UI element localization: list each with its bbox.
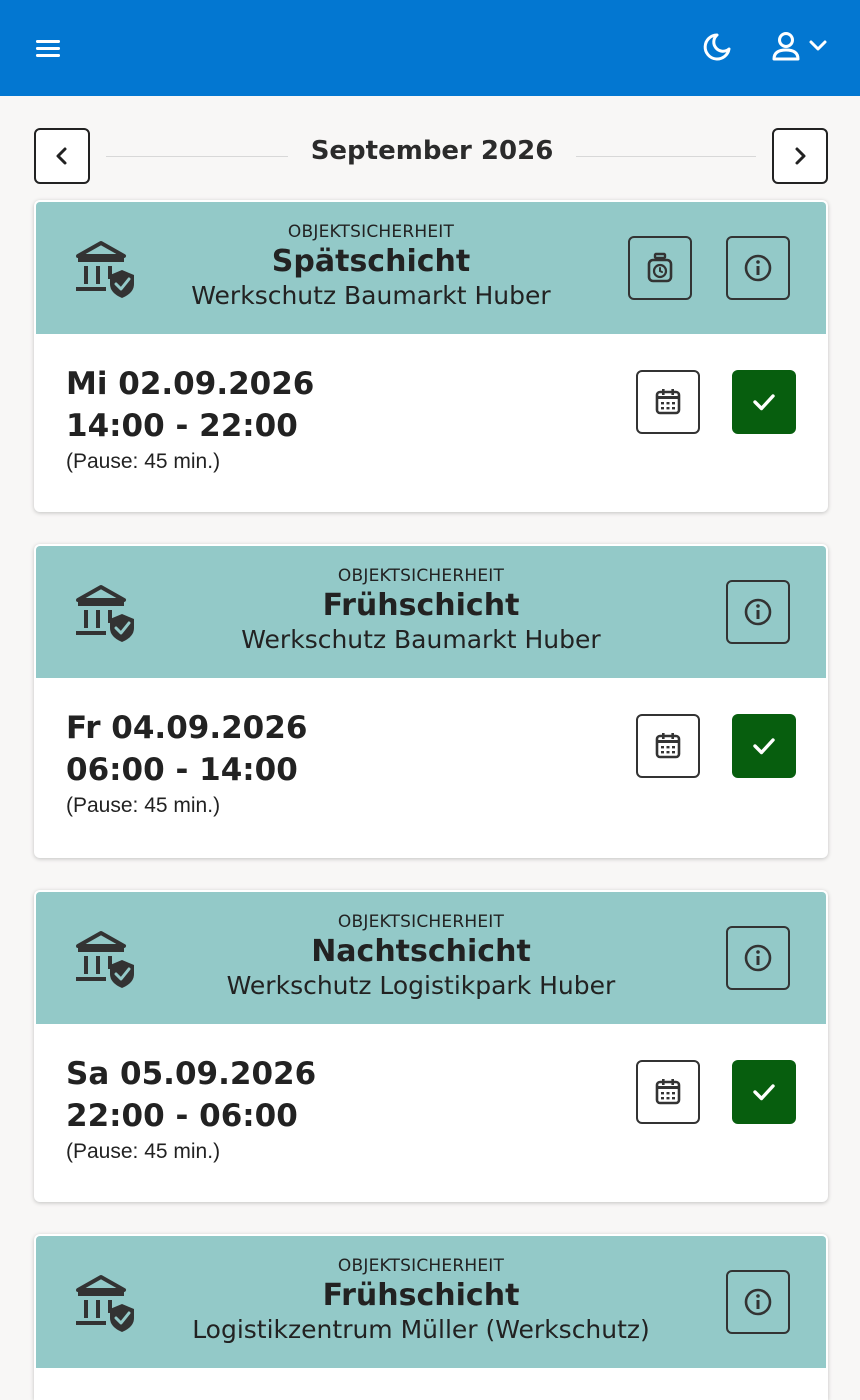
shift-location: Logistikzentrum Müller (Werkschutz) bbox=[192, 1315, 650, 1344]
building-shield-icon bbox=[76, 585, 134, 642]
add-to-calendar-button[interactable] bbox=[636, 714, 700, 778]
check-icon bbox=[753, 394, 775, 411]
user-menu-button[interactable] bbox=[770, 24, 834, 68]
shift-card: OBJEKTSICHERHEIT Spätschicht Werkschutz … bbox=[34, 200, 828, 512]
shift-card: OBJEKTSICHERHEIT Frühschicht Werkschutz … bbox=[34, 544, 828, 858]
shift-card-header: OBJEKTSICHERHEIT Frühschicht Logistikzen… bbox=[36, 1236, 826, 1368]
divider bbox=[576, 156, 756, 157]
chevron-down-icon bbox=[809, 40, 827, 51]
top-app-bar bbox=[0, 0, 860, 96]
info-button[interactable] bbox=[726, 236, 790, 300]
next-month-button[interactable] bbox=[772, 128, 828, 184]
info-button[interactable] bbox=[726, 1270, 790, 1334]
info-button[interactable] bbox=[726, 926, 790, 990]
shift-card-body: Fr 04.09.2026 06:00 - 14:00 (Pause: 45 m… bbox=[34, 680, 828, 854]
moon-icon[interactable] bbox=[698, 28, 736, 66]
stopwatch-icon bbox=[647, 252, 673, 283]
confirm-shift-button[interactable] bbox=[732, 370, 796, 434]
shift-location: Werkschutz Baumarkt Huber bbox=[191, 281, 551, 310]
shift-category: OBJEKTSICHERHEIT bbox=[337, 1256, 505, 1276]
building-shield-icon bbox=[76, 931, 134, 988]
user-icon bbox=[772, 32, 800, 61]
shift-category: OBJEKTSICHERHEIT bbox=[337, 566, 505, 586]
shift-date: Sa 05.09.2026 bbox=[66, 1056, 317, 1092]
info-icon bbox=[744, 1288, 772, 1316]
building-shield-icon bbox=[76, 241, 134, 298]
shift-name: Nachtschicht bbox=[311, 934, 531, 969]
shift-category: OBJEKTSICHERHEIT bbox=[287, 222, 455, 242]
shift-location: Werkschutz Baumarkt Huber bbox=[241, 625, 601, 654]
shift-time: 22:00 - 06:00 bbox=[66, 1098, 298, 1134]
add-to-calendar-button[interactable] bbox=[636, 1060, 700, 1124]
chevron-left-icon bbox=[56, 147, 67, 165]
shift-card-body: Sa 05.09.2026 22:00 - 06:00 (Pause: 45 m… bbox=[34, 1026, 828, 1200]
divider bbox=[106, 156, 288, 157]
shift-card-body: Mi 02.09.2026 14:00 - 22:00 (Pause: 45 m… bbox=[34, 336, 828, 510]
shift-location: Werkschutz Logistikpark Huber bbox=[226, 971, 616, 1000]
shift-info: OBJEKTSICHERHEIT Frühschicht Logistikzen… bbox=[146, 1256, 696, 1344]
info-icon bbox=[744, 598, 772, 626]
shift-pause: (Pause: 45 min.) bbox=[66, 1140, 221, 1163]
calendar-icon bbox=[655, 733, 681, 759]
shift-card-header: OBJEKTSICHERHEIT Frühschicht Werkschutz … bbox=[36, 546, 826, 678]
shift-date: Mi 02.09.2026 bbox=[66, 366, 315, 402]
shift-info: OBJEKTSICHERHEIT Spätschicht Werkschutz … bbox=[146, 222, 596, 310]
shift-info: OBJEKTSICHERHEIT Frühschicht Werkschutz … bbox=[146, 566, 696, 654]
shift-name: Spätschicht bbox=[271, 244, 471, 279]
shift-card: OBJEKTSICHERHEIT Frühschicht Logistikzen… bbox=[34, 1234, 828, 1400]
hamburger-icon[interactable] bbox=[30, 30, 66, 66]
confirm-shift-button[interactable] bbox=[732, 1060, 796, 1124]
shift-card-header: OBJEKTSICHERHEIT Spätschicht Werkschutz … bbox=[36, 202, 826, 334]
info-icon bbox=[744, 944, 772, 972]
shift-card: OBJEKTSICHERHEIT Nachtschicht Werkschutz… bbox=[34, 890, 828, 1202]
shift-info: OBJEKTSICHERHEIT Nachtschicht Werkschutz… bbox=[146, 912, 696, 1000]
info-icon bbox=[744, 254, 772, 282]
shift-time: 06:00 - 14:00 bbox=[66, 752, 298, 788]
shift-name: Frühschicht bbox=[322, 1278, 520, 1313]
shift-pause: (Pause: 45 min.) bbox=[66, 794, 221, 817]
building-shield-icon bbox=[76, 1275, 134, 1332]
confirm-shift-button[interactable] bbox=[732, 714, 796, 778]
shift-date: Fr 04.09.2026 bbox=[66, 710, 308, 746]
info-button[interactable] bbox=[726, 580, 790, 644]
shift-category: OBJEKTSICHERHEIT bbox=[337, 912, 505, 932]
chevron-right-icon bbox=[795, 147, 806, 165]
shift-card-header: OBJEKTSICHERHEIT Nachtschicht Werkschutz… bbox=[36, 892, 826, 1024]
calendar-icon bbox=[655, 1079, 681, 1105]
calendar-icon bbox=[655, 389, 681, 415]
month-title: September 2026 bbox=[310, 136, 554, 166]
month-navigation: September 2026 bbox=[34, 128, 828, 184]
shift-pause: (Pause: 45 min.) bbox=[66, 450, 221, 473]
shift-name: Frühschicht bbox=[322, 588, 520, 623]
check-icon bbox=[753, 1084, 775, 1101]
add-to-calendar-button[interactable] bbox=[636, 370, 700, 434]
check-icon bbox=[753, 738, 775, 755]
previous-month-button[interactable] bbox=[34, 128, 90, 184]
time-tracking-button[interactable] bbox=[628, 236, 692, 300]
shift-time: 14:00 - 22:00 bbox=[66, 408, 298, 444]
